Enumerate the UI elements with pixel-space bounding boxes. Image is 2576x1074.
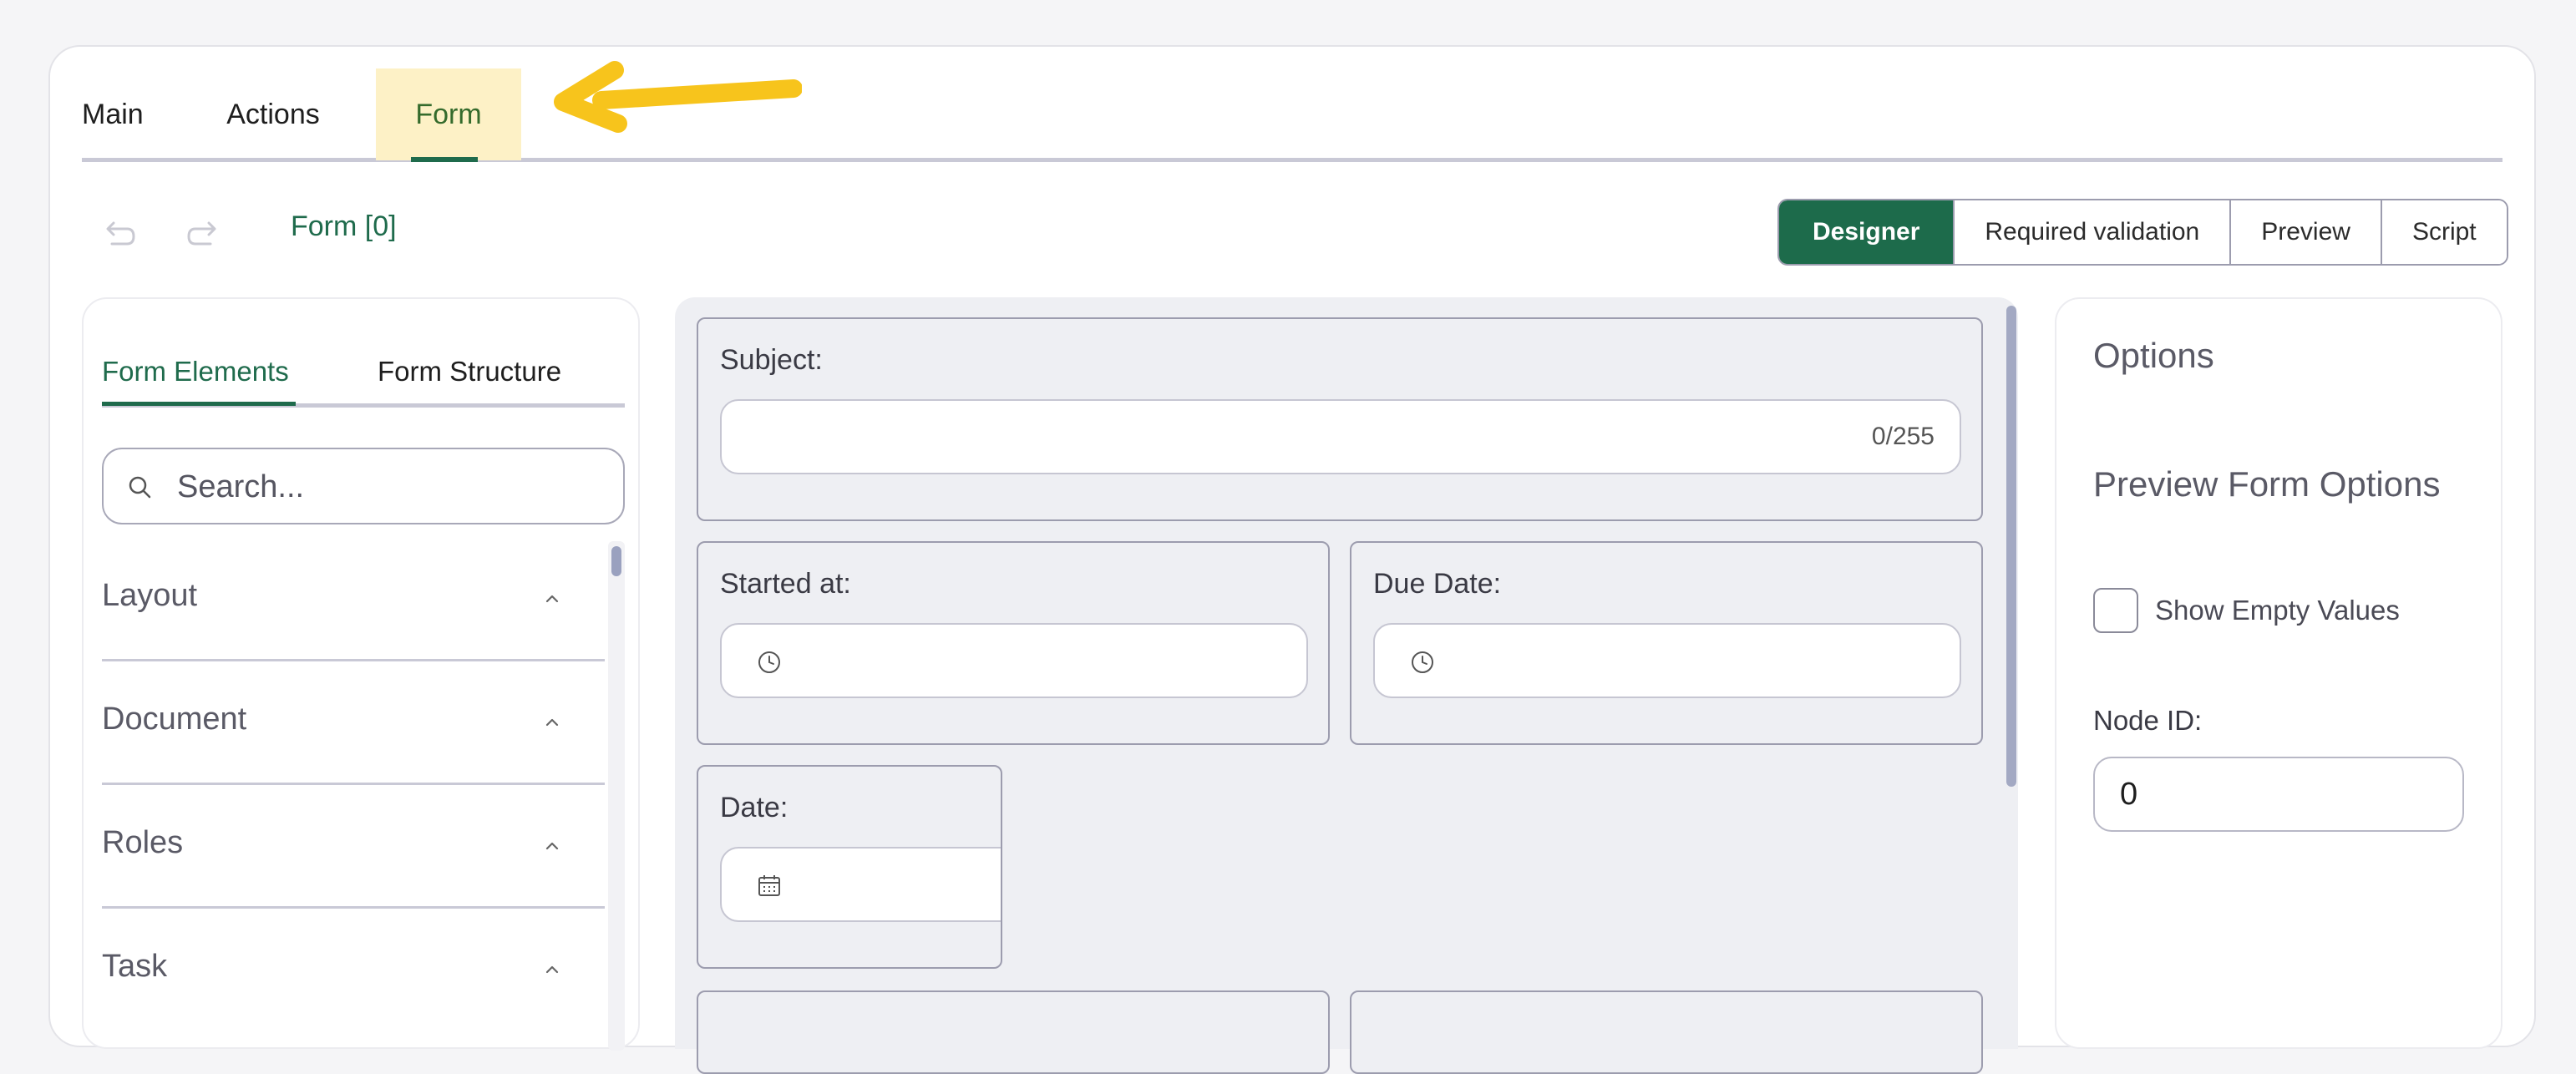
subject-field[interactable]: Subject: 0/255 [697, 317, 1983, 521]
tab-form[interactable]: Form [376, 68, 521, 162]
tab-form-underline [411, 157, 478, 162]
chevron-up-icon [545, 965, 559, 974]
tab-form-structure[interactable]: Form Structure [378, 341, 625, 403]
section-roles-label: Roles [102, 825, 184, 860]
chevron-up-icon [545, 718, 559, 727]
date-field[interactable]: Date: [697, 765, 1002, 969]
node-id-label: Node ID: [2093, 705, 2203, 736]
redo-icon[interactable] [182, 214, 224, 256]
search-box [102, 448, 625, 524]
tab-form-label: Form [415, 99, 482, 130]
show-empty-values-label[interactable]: Show Empty Values [2155, 595, 2400, 626]
mode-toggle-group: Designer Required validation Preview Scr… [1777, 199, 2508, 266]
calendar-icon [758, 875, 780, 896]
subject-input[interactable]: 0/255 [720, 399, 1961, 474]
required-validation-button[interactable]: Required validation [1955, 200, 2232, 264]
section-layout-label: Layout [102, 578, 198, 613]
due-date-label: Due Date: [1373, 568, 1502, 600]
date-label: Date: [720, 792, 789, 823]
field-box-partial-left[interactable] [697, 990, 1330, 1074]
designer-button[interactable]: Designer [1779, 200, 1955, 264]
started-at-input[interactable] [720, 623, 1308, 698]
form-title: Form [0] [291, 210, 397, 242]
clock-icon [1412, 651, 1433, 673]
chevron-up-icon [545, 842, 559, 850]
chevron-up-icon [545, 595, 559, 603]
tab-form-elements-underline [102, 402, 296, 406]
node-id-input[interactable]: 0 [2093, 757, 2464, 832]
preview-button[interactable]: Preview [2231, 200, 2382, 264]
due-date-field[interactable]: Due Date: [1350, 541, 1983, 745]
tab-form-elements[interactable]: Form Elements [102, 341, 296, 406]
canvas-scrollbar[interactable] [2006, 306, 2016, 787]
top-tab-bar: Main Actions Form [82, 68, 2502, 162]
section-task[interactable]: Task [102, 909, 605, 1032]
left-panel-tabs: Form Elements Form Structure [102, 341, 625, 408]
undo-icon[interactable] [99, 214, 140, 256]
tab-form-elements-label: Form Elements [102, 356, 289, 387]
options-title: Options [2093, 336, 2214, 375]
subject-char-counter: 0/255 [1871, 423, 1935, 450]
subject-label: Subject: [720, 344, 823, 376]
started-at-field[interactable]: Started at: [697, 541, 1330, 745]
preview-form-options-title: Preview Form Options [2093, 464, 2441, 504]
search-input[interactable] [177, 461, 603, 513]
left-panel-scrollbar-thumb[interactable] [611, 546, 621, 576]
section-document[interactable]: Document [102, 661, 605, 785]
options-panel: Options Preview Form Options Show Empty … [2055, 297, 2502, 1049]
field-box-partial-right[interactable] [1350, 990, 1983, 1074]
left-panel-scrollbar[interactable] [608, 541, 625, 1051]
form-designer-canvas[interactable]: Subject: 0/255 Started at: Due Date: Dat… [675, 297, 2018, 1074]
section-document-label: Document [102, 702, 247, 737]
annotation-arrow-icon [554, 61, 802, 133]
due-date-input[interactable] [1373, 623, 1961, 698]
search-icon [129, 476, 151, 499]
show-empty-values-checkbox[interactable] [2093, 588, 2138, 633]
date-input[interactable] [720, 847, 1001, 922]
script-button[interactable]: Script [2381, 200, 2507, 264]
form-elements-panel: Form Elements Form Structure Layout Docu… [82, 297, 640, 1051]
section-roles[interactable]: Roles [102, 785, 605, 909]
tab-actions[interactable]: Actions [219, 68, 327, 160]
clock-icon [758, 651, 780, 673]
section-layout[interactable]: Layout [102, 538, 605, 661]
tab-main[interactable]: Main [82, 68, 147, 160]
section-task-label: Task [102, 949, 168, 984]
started-at-label: Started at: [720, 568, 851, 600]
